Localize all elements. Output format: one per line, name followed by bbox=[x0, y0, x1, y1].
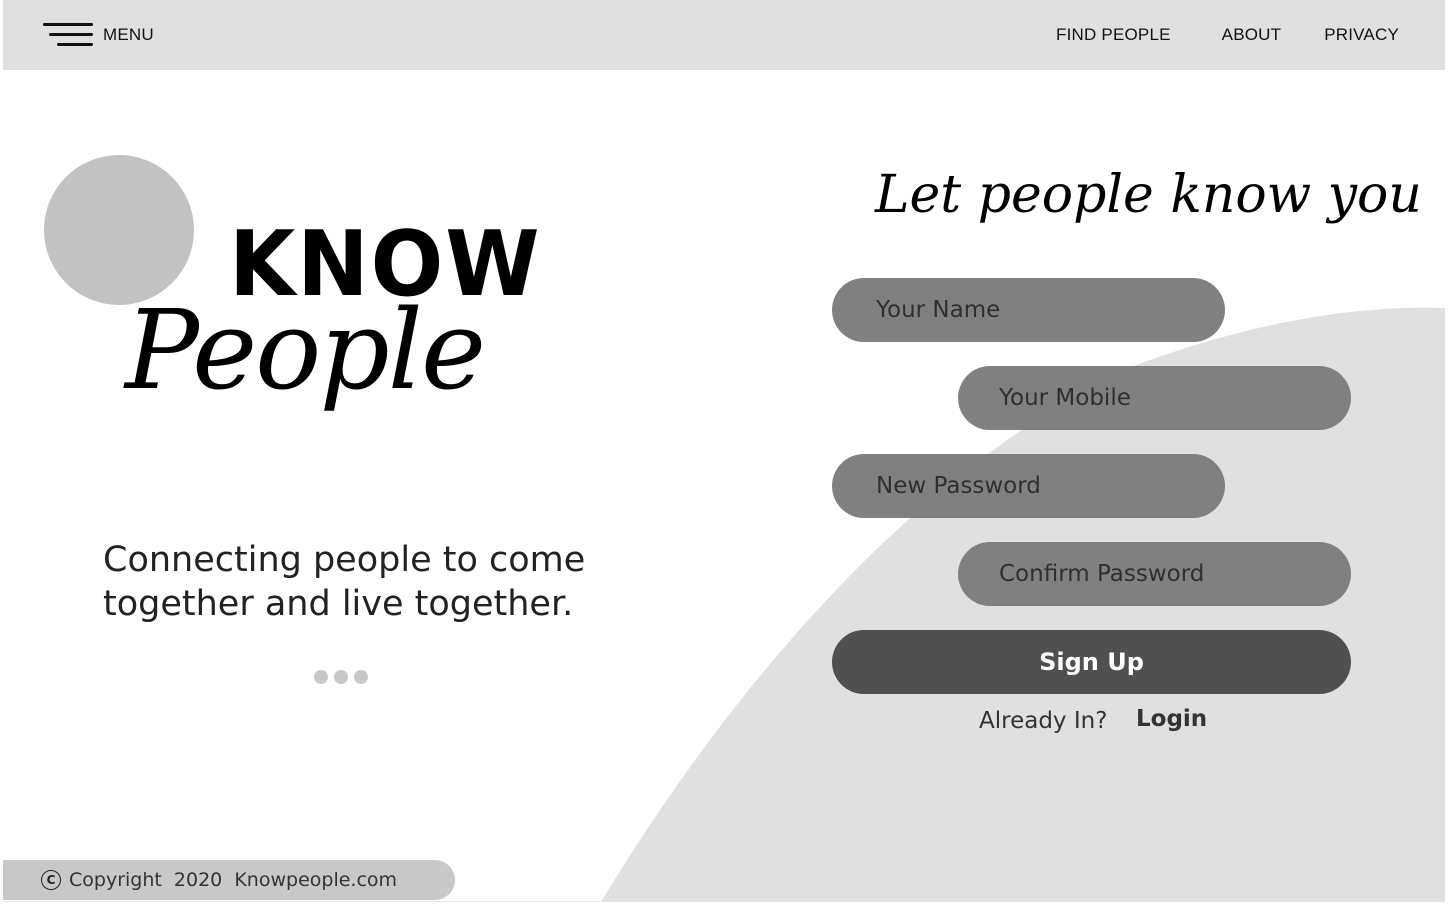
page-frame: MENU FIND PEOPLE ABOUT PRIVACY KNOW Peop… bbox=[3, 0, 1445, 902]
carousel-dots bbox=[314, 670, 374, 684]
top-nav-bar: MENU FIND PEOPLE ABOUT PRIVACY bbox=[3, 0, 1445, 70]
carousel-dot[interactable] bbox=[314, 670, 328, 684]
menu-label: MENU bbox=[103, 25, 154, 44]
footer-copyright-text: Copyright 2020 Knowpeople.com bbox=[69, 869, 398, 891]
nav-links: FIND PEOPLE ABOUT PRIVACY bbox=[1056, 0, 1399, 70]
mobile-input[interactable] bbox=[958, 366, 1351, 430]
nav-link-privacy[interactable]: PRIVACY bbox=[1324, 25, 1399, 45]
nav-link-about[interactable]: ABOUT bbox=[1222, 25, 1282, 45]
hamburger-icon bbox=[43, 21, 95, 49]
tagline: Connecting people to come together and l… bbox=[103, 540, 586, 624]
signup-form-title: Let people know you bbox=[875, 165, 1422, 225]
footer: C Copyright 2020 Knowpeople.com bbox=[3, 860, 455, 900]
confirm-password-input[interactable] bbox=[958, 542, 1351, 606]
already-in-text: Already In? bbox=[979, 708, 1108, 734]
name-input[interactable] bbox=[832, 278, 1225, 342]
carousel-dot[interactable] bbox=[334, 670, 348, 684]
nav-link-find-people[interactable]: FIND PEOPLE bbox=[1056, 25, 1171, 45]
new-password-input[interactable] bbox=[832, 454, 1225, 518]
carousel-dot[interactable] bbox=[354, 670, 368, 684]
logo-circle bbox=[44, 155, 194, 305]
login-link[interactable]: Login bbox=[1136, 706, 1207, 732]
sign-up-button[interactable]: Sign Up bbox=[832, 630, 1351, 694]
menu-button[interactable]: MENU bbox=[43, 18, 154, 52]
copyright-icon: C bbox=[41, 870, 61, 890]
logo-people-text: People bbox=[125, 286, 486, 414]
background-arc bbox=[601, 307, 1445, 901]
